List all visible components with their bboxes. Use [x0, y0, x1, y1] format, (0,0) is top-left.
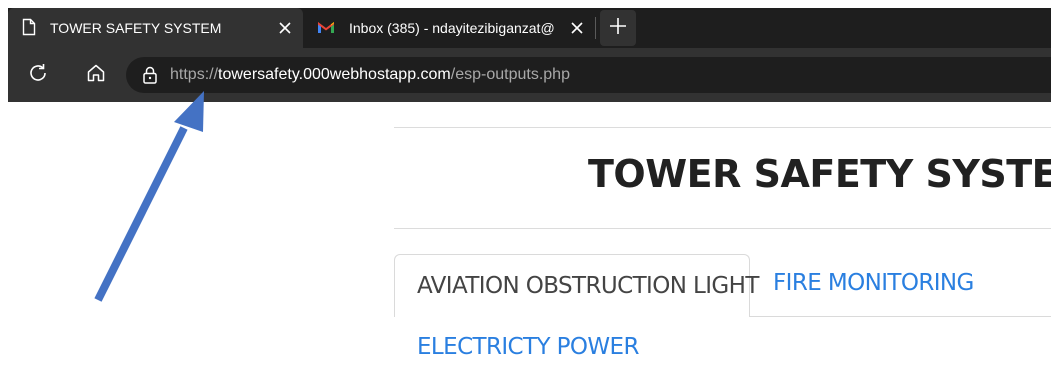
plus-icon	[609, 17, 627, 40]
header-top-divider	[394, 127, 1051, 128]
close-icon[interactable]	[273, 16, 297, 40]
tab-bar-underline	[750, 316, 1051, 317]
url-host: towersafety.000webhostapp.com	[218, 66, 451, 83]
browser-tab-inbox[interactable]: Inbox (385) - ndayitezibiganzat@	[303, 8, 595, 48]
home-icon	[86, 63, 106, 88]
browser-tab-tower-safety[interactable]: TOWER SAFETY SYSTEM	[8, 8, 303, 48]
page-icon	[22, 18, 36, 39]
lock-icon[interactable]	[138, 63, 162, 87]
home-button[interactable]	[76, 55, 116, 95]
tab-fire-monitoring[interactable]: FIRE MONITORING	[773, 270, 974, 296]
tab-separator	[595, 17, 596, 39]
url-path: /esp-outputs.php	[450, 66, 570, 83]
reload-icon	[27, 62, 49, 89]
gmail-icon	[317, 20, 335, 37]
browser-tab-title: TOWER SAFETY SYSTEM	[50, 20, 222, 36]
tab-electricity-power[interactable]: ELECTRICTY POWER	[417, 334, 639, 360]
page-title: TOWER SAFETY SYSTEM	[588, 152, 1051, 196]
address-bar[interactable]: https://towersafety.000webhostapp.com/es…	[126, 57, 1051, 93]
reload-button[interactable]	[18, 55, 58, 95]
browser-tab-title: Inbox (385) - ndayitezibiganzat@	[349, 20, 555, 36]
url-text[interactable]: https://towersafety.000webhostapp.com/es…	[170, 66, 570, 84]
url-scheme: https://	[170, 66, 219, 83]
browser-tab-strip: TOWER SAFETY SYSTEM Inbox (385) - ndayit…	[8, 8, 1051, 48]
tab-aviation-obstruction-light[interactable]: AVIATION OBSTRUCTION LIGHT	[394, 254, 759, 317]
browser-toolbar: https://towersafety.000webhostapp.com/es…	[8, 48, 1051, 102]
close-icon[interactable]	[565, 16, 589, 40]
new-tab-button[interactable]	[600, 10, 636, 46]
header-bottom-divider	[394, 228, 1051, 229]
